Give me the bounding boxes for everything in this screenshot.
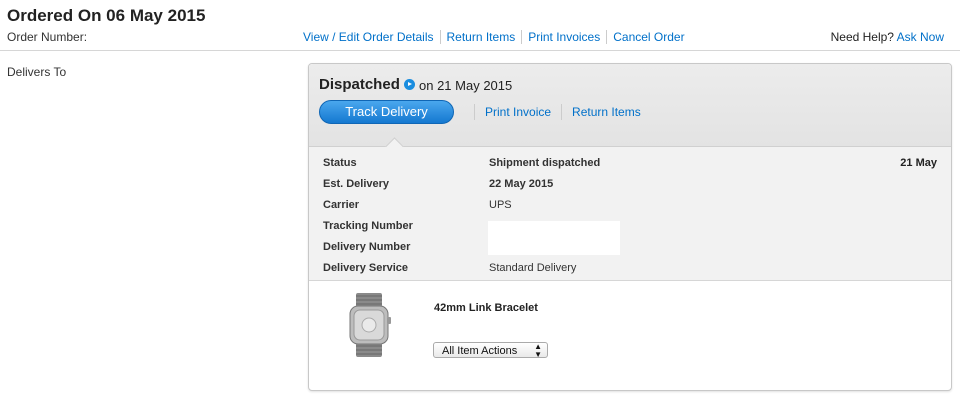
shipment-actions: Print Invoice Return Items <box>464 104 641 120</box>
status-date-right: 21 May <box>900 157 937 169</box>
cancel-order-link[interactable]: Cancel Order <box>613 30 684 44</box>
track-delivery-button[interactable]: Track Delivery <box>319 100 454 124</box>
detail-label: Est. Delivery <box>323 178 390 190</box>
detail-value: Shipment dispatched <box>489 157 601 169</box>
detail-value: UPS <box>489 199 512 211</box>
order-actions: View / Edit Order Details Return Items P… <box>303 30 685 44</box>
delivers-to-label: Delivers To <box>7 65 67 79</box>
print-invoices-link[interactable]: Print Invoices <box>528 30 600 44</box>
shipment-details: 21 May Status Shipment dispatched Est. D… <box>309 147 951 281</box>
print-invoice-link[interactable]: Print Invoice <box>485 105 551 119</box>
watch-product-image <box>349 293 391 357</box>
divider <box>439 30 441 44</box>
help-section: Need Help? Ask Now <box>831 30 944 44</box>
item-name: 42mm Link Bracelet <box>434 302 538 314</box>
select-arrows-icon: ▲ ▼ <box>534 342 542 359</box>
ask-now-link[interactable]: Ask Now <box>897 30 944 44</box>
order-number-label: Order Number: <box>7 30 88 44</box>
item-actions-select[interactable]: All Item Actions ▲ ▼ <box>433 342 548 359</box>
redacted-tracking-area <box>488 221 620 255</box>
play-circle-icon[interactable] <box>404 79 415 90</box>
detail-value: 22 May 2015 <box>489 178 554 190</box>
item-actions-value: All Item Actions <box>442 345 518 357</box>
detail-label: Status <box>323 157 357 169</box>
view-edit-order-link[interactable]: View / Edit Order Details <box>303 30 434 44</box>
divider <box>561 104 563 120</box>
detail-label: Carrier <box>323 199 360 211</box>
return-items-link[interactable]: Return Items <box>447 30 516 44</box>
order-item: 42mm Link Bracelet All Item Actions ▲ ▼ <box>309 281 951 390</box>
detail-label: Delivery Number <box>323 241 411 253</box>
help-text: Need Help? <box>830 30 894 44</box>
divider <box>521 30 523 44</box>
shipment-status-date: on 21 May 2015 <box>419 78 513 93</box>
shipment-status-title: Dispatched <box>319 76 400 93</box>
page-title: Ordered On 06 May 2015 <box>7 6 206 25</box>
header-divider <box>0 50 960 51</box>
detail-label: Tracking Number <box>323 220 413 232</box>
shipment-header: Dispatched on 21 May 2015 Track Delivery… <box>309 64 951 147</box>
divider <box>606 30 608 44</box>
divider <box>474 104 475 120</box>
shipment-return-items-link[interactable]: Return Items <box>572 105 641 119</box>
shipment-card: Dispatched on 21 May 2015 Track Delivery… <box>308 63 952 391</box>
detail-label: Delivery Service <box>323 262 409 274</box>
detail-value: Standard Delivery <box>489 262 577 274</box>
